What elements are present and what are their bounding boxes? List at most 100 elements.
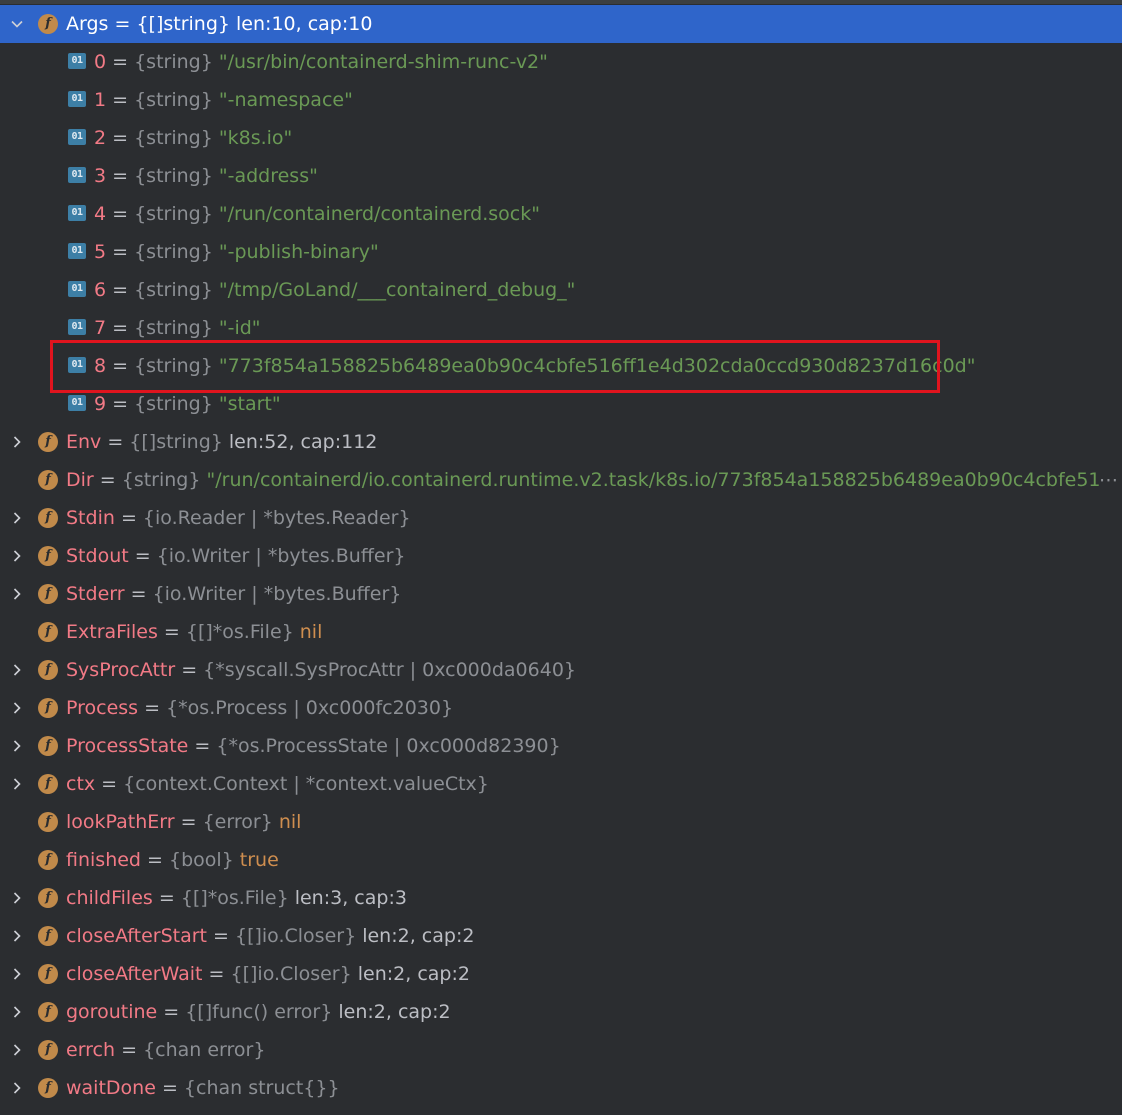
- field-icon: f: [38, 888, 58, 908]
- variable-name: 6: [94, 279, 107, 301]
- variable-row-errch[interactable]: f errch = {chan error}: [0, 1031, 1122, 1069]
- equals-sign: =: [175, 659, 204, 681]
- variable-row-args-item-1[interactable]: 01 1 = {string} "-namespace": [0, 81, 1122, 119]
- variable-row-goroutine[interactable]: f goroutine = {[]func() error} len:2, cap…: [0, 993, 1122, 1031]
- variable-text: Stdout = {io.Writer | *bytes.Buffer}: [66, 537, 405, 575]
- equals-sign: =: [108, 13, 137, 35]
- variable-row-args-item-7[interactable]: 01 7 = {string} "-id": [0, 309, 1122, 347]
- variable-value: len:2, cap:2: [357, 963, 470, 985]
- chevron-right-icon[interactable]: [8, 689, 26, 727]
- variable-row-finished[interactable]: f finished = {bool} true: [0, 841, 1122, 879]
- variable-name: childFiles: [66, 887, 153, 909]
- variable-row-args-item-3[interactable]: 01 3 = {string} "-address": [0, 157, 1122, 195]
- chevron-right-icon[interactable]: [8, 537, 26, 575]
- variable-row-args-item-0[interactable]: 01 0 = {string} "/usr/bin/containerd-shim…: [0, 43, 1122, 81]
- equals-sign: =: [157, 621, 186, 643]
- chevron-right-icon[interactable]: [8, 1069, 26, 1107]
- variable-text: waitDone = {chan struct{}}: [66, 1069, 340, 1107]
- variable-row-args-item-6[interactable]: 01 6 = {string} "/tmp/GoLand/___container…: [0, 271, 1122, 309]
- variable-type: {[]io.Closer}: [234, 925, 357, 947]
- variable-row-dir[interactable]: f Dir = {string} "/run/containerd/io.cont…: [0, 461, 1122, 499]
- variable-row-extrafiles[interactable]: f ExtraFiles = {[]*os.File} nil: [0, 613, 1122, 651]
- field-icon: f: [38, 1040, 58, 1060]
- variable-row-waitdone[interactable]: f waitDone = {chan struct{}}: [0, 1069, 1122, 1107]
- chevron-right-icon[interactable]: [8, 1031, 26, 1069]
- equals-sign: =: [106, 165, 135, 187]
- variable-text: lookPathErr = {error} nil: [66, 803, 301, 841]
- variable-row-args-item-2[interactable]: 01 2 = {string} "k8s.io": [0, 119, 1122, 157]
- chevron-right-icon[interactable]: [8, 879, 26, 917]
- variable-type: {*os.ProcessState | 0xc000d82390}: [216, 735, 561, 757]
- variable-row-stdout[interactable]: f Stdout = {io.Writer | *bytes.Buffer}: [0, 537, 1122, 575]
- variable-type: {bool}: [168, 849, 234, 871]
- variable-type: {string}: [134, 127, 213, 149]
- binary-value-icon: 01: [68, 395, 86, 411]
- variable-value: nil: [278, 811, 302, 833]
- variable-text: 0 = {string} "/usr/bin/containerd-shim-r…: [94, 43, 548, 81]
- variable-type: {string}: [134, 51, 213, 73]
- variable-type: {string}: [134, 165, 213, 187]
- variable-type: {error}: [202, 811, 273, 833]
- variable-row-args[interactable]: f Args = {[]string} len:10, cap:10: [0, 5, 1122, 43]
- equals-sign: =: [138, 697, 167, 719]
- variable-name: errch: [66, 1039, 116, 1061]
- variable-row-env[interactable]: f Env = {[]string} len:52, cap:112: [0, 423, 1122, 461]
- variable-name: Dir: [66, 469, 94, 491]
- variable-row-closeafterstart[interactable]: f closeAfterStart = {[]io.Closer} len:2, …: [0, 917, 1122, 955]
- variable-row-stderr[interactable]: f Stderr = {io.Writer | *bytes.Buffer}: [0, 575, 1122, 613]
- variable-row-ctx[interactable]: f ctx = {context.Context | *context.value…: [0, 765, 1122, 803]
- equals-sign: =: [106, 317, 135, 339]
- variable-text: finished = {bool} true: [66, 841, 279, 879]
- variable-row-sysprocattr[interactable]: f SysProcAttr = {*syscall.SysProcAttr | 0…: [0, 651, 1122, 689]
- binary-value-icon: 01: [68, 319, 86, 335]
- variable-type: {string}: [134, 393, 213, 415]
- binary-value-icon: 01: [68, 129, 86, 145]
- binary-value-icon: 01: [68, 243, 86, 259]
- chevron-right-icon[interactable]: [8, 993, 26, 1031]
- ellipsis-icon[interactable]: ⋯: [1099, 461, 1118, 499]
- variable-type: {[]*os.File}: [185, 621, 294, 643]
- binary-value-icon: 01: [68, 205, 86, 221]
- variable-type: {*syscall.SysProcAttr | 0xc000da0640}: [203, 659, 576, 681]
- equals-sign: =: [106, 203, 135, 225]
- variable-row-processstate[interactable]: f ProcessState = {*os.ProcessState | 0xc0…: [0, 727, 1122, 765]
- variable-row-closeafterwait[interactable]: f closeAfterWait = {[]io.Closer} len:2, c…: [0, 955, 1122, 993]
- variables-tree[interactable]: f Args = {[]string} len:10, cap:10 01 0 = {…: [0, 5, 1122, 1107]
- variable-row-args-item-8[interactable]: 01 8 = {string} "773f854a158825b6489ea0b9…: [0, 347, 1122, 385]
- variable-row-childfiles[interactable]: f childFiles = {[]*os.File} len:3, cap:3: [0, 879, 1122, 917]
- field-icon: f: [38, 1002, 58, 1022]
- chevron-right-icon[interactable]: [8, 727, 26, 765]
- chevron-down-icon[interactable]: [8, 5, 26, 43]
- variable-text: 6 = {string} "/tmp/GoLand/___containerd_…: [94, 271, 575, 309]
- chevron-right-icon[interactable]: [8, 575, 26, 613]
- variable-name: 9: [94, 393, 107, 415]
- variable-text: ctx = {context.Context | *context.valueC…: [66, 765, 489, 803]
- variable-text: Stderr = {io.Writer | *bytes.Buffer}: [66, 575, 401, 613]
- equals-sign: =: [106, 393, 135, 415]
- variable-name: lookPathErr: [66, 811, 175, 833]
- variable-value: "start": [218, 393, 281, 415]
- variable-row-process[interactable]: f Process = {*os.Process | 0xc000fc2030}: [0, 689, 1122, 727]
- chevron-right-icon[interactable]: [8, 917, 26, 955]
- field-icon: f: [38, 14, 58, 34]
- chevron-right-icon[interactable]: [8, 423, 26, 461]
- variable-row-args-item-5[interactable]: 01 5 = {string} "-publish-binary": [0, 233, 1122, 271]
- variable-name: 3: [94, 165, 107, 187]
- variable-value: "/run/containerd/io.containerd.runtime.v…: [206, 469, 1101, 491]
- variable-value: "773f854a158825b6489ea0b90c4cbfe516ff1e4…: [218, 355, 976, 377]
- equals-sign: =: [140, 849, 169, 871]
- variable-text: 4 = {string} "/run/containerd/containerd…: [94, 195, 540, 233]
- variable-value: nil: [299, 621, 323, 643]
- variable-value: "-address": [218, 165, 318, 187]
- chevron-right-icon[interactable]: [8, 765, 26, 803]
- variable-row-args-item-4[interactable]: 01 4 = {string} "/run/containerd/containe…: [0, 195, 1122, 233]
- equals-sign: =: [95, 773, 124, 795]
- chevron-right-icon[interactable]: [8, 651, 26, 689]
- chevron-right-icon[interactable]: [8, 499, 26, 537]
- field-icon: f: [38, 698, 58, 718]
- variable-row-lookpatherr[interactable]: f lookPathErr = {error} nil: [0, 803, 1122, 841]
- chevron-right-icon[interactable]: [8, 955, 26, 993]
- variable-row-stdin[interactable]: f Stdin = {io.Reader | *bytes.Reader}: [0, 499, 1122, 537]
- equals-sign: =: [152, 887, 181, 909]
- variable-row-args-item-9[interactable]: 01 9 = {string} "start": [0, 385, 1122, 423]
